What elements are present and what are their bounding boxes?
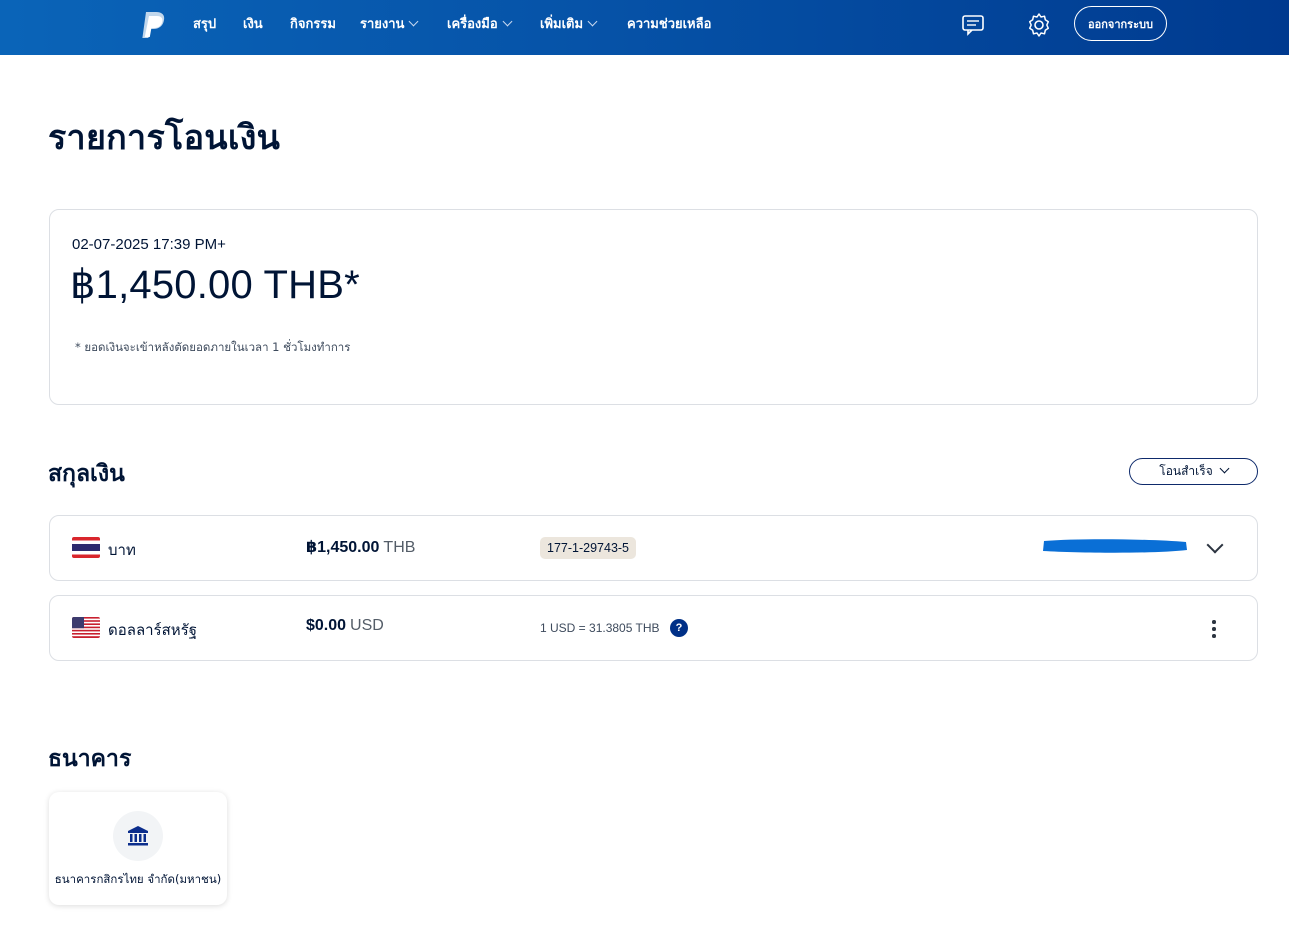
chevron-down-icon xyxy=(408,16,419,27)
account-number-badge: 177-1-29743-5 xyxy=(540,537,637,559)
nav-item-money[interactable]: เงิน xyxy=(243,15,263,35)
transfer-status-filter-button[interactable]: โอนสำเร็จ xyxy=(1129,458,1258,485)
chevron-down-icon xyxy=(1219,463,1230,474)
currency-balance: ฿1,450.00 THB xyxy=(306,537,415,557)
filter-label: โอนสำเร็จ xyxy=(1159,464,1213,478)
bank-icon-wrapper xyxy=(113,811,163,861)
redaction-mark xyxy=(1043,539,1187,553)
nav-label: รายงาน xyxy=(360,17,405,32)
page-title: รายการโอนเงิน xyxy=(48,118,281,158)
usa-flag-icon xyxy=(72,617,100,638)
transfer-note: * ยอดเงินจะเข้าหลังตัดยอดภายในเวลา 1 ชั่… xyxy=(75,340,351,354)
thailand-flag-icon xyxy=(72,537,100,558)
nav-label: กิจกรรม xyxy=(290,17,336,32)
nav-label: เงิน xyxy=(243,17,263,32)
nav-item-tools[interactable]: เครื่องมือ xyxy=(447,15,513,35)
more-options-icon[interactable] xyxy=(1203,618,1223,640)
currency-balance: $0.00 USD xyxy=(306,617,384,635)
bank-name: ธนาคารกสิกรไทย จำกัด(มหาชน) xyxy=(54,872,222,886)
nav-item-reports[interactable]: รายงาน xyxy=(360,15,419,35)
transfer-datetime: 02-07-2025 17:39 PM+ xyxy=(72,236,226,253)
message-icon[interactable] xyxy=(959,11,987,39)
bank-account-card[interactable]: ธนาคารกสิกรไทย จำกัด(มหาชน) xyxy=(49,792,227,905)
nav-item-more[interactable]: เพิ่มเติม xyxy=(540,15,598,35)
currency-amount: ฿1,450.00 xyxy=(306,539,380,556)
logout-button[interactable]: ออกจากระบบ xyxy=(1074,6,1167,41)
currency-amount: $0.00 xyxy=(306,617,347,634)
chevron-down-icon xyxy=(502,16,513,27)
transfer-summary-card: 02-07-2025 17:39 PM+ ฿1,450.00 THB* * ยอ… xyxy=(49,209,1258,405)
nav-label: ความช่วยเหลือ xyxy=(627,17,712,32)
currency-row-thb[interactable]: บาท ฿1,450.00 THB 177-1-29743-5 xyxy=(49,515,1258,581)
currency-name: ดอลลาร์สหรัฐ xyxy=(108,621,197,639)
nav-label: สรุป xyxy=(193,17,217,32)
top-navigation-bar: สรุป เงิน กิจกรรม รายงาน เครื่องมือ เพิ่… xyxy=(0,0,1289,55)
nav-item-summary[interactable]: สรุป xyxy=(193,15,216,35)
currency-row-usd[interactable]: ดอลลาร์สหรัฐ $0.00 USD 1 USD = 31.3805 TH… xyxy=(49,595,1258,661)
transfer-amount: ฿1,450.00 THB* xyxy=(70,263,360,307)
currency-name: บาท xyxy=(108,541,136,559)
currency-code: USD xyxy=(350,617,384,634)
paypal-logo-icon[interactable] xyxy=(140,10,166,40)
currency-code: THB xyxy=(383,539,416,556)
currencies-section-title: สกุลเงิน xyxy=(48,461,125,487)
nav-item-help[interactable]: ความช่วยเหลือ xyxy=(627,15,711,35)
bank-icon xyxy=(128,826,148,846)
bank-section-title: ธนาคาร xyxy=(48,746,132,772)
expand-chevron-icon[interactable] xyxy=(1206,536,1224,554)
nav-label: เพิ่มเติม xyxy=(540,17,584,32)
nav-label: เครื่องมือ xyxy=(447,17,498,32)
gear-icon[interactable] xyxy=(1025,11,1053,39)
exchange-rate: 1 USD = 31.3805 THB xyxy=(540,621,660,635)
question-help-icon[interactable]: ? xyxy=(670,619,688,637)
chevron-down-icon xyxy=(587,16,598,27)
nav-item-activity[interactable]: กิจกรรม xyxy=(290,15,336,35)
